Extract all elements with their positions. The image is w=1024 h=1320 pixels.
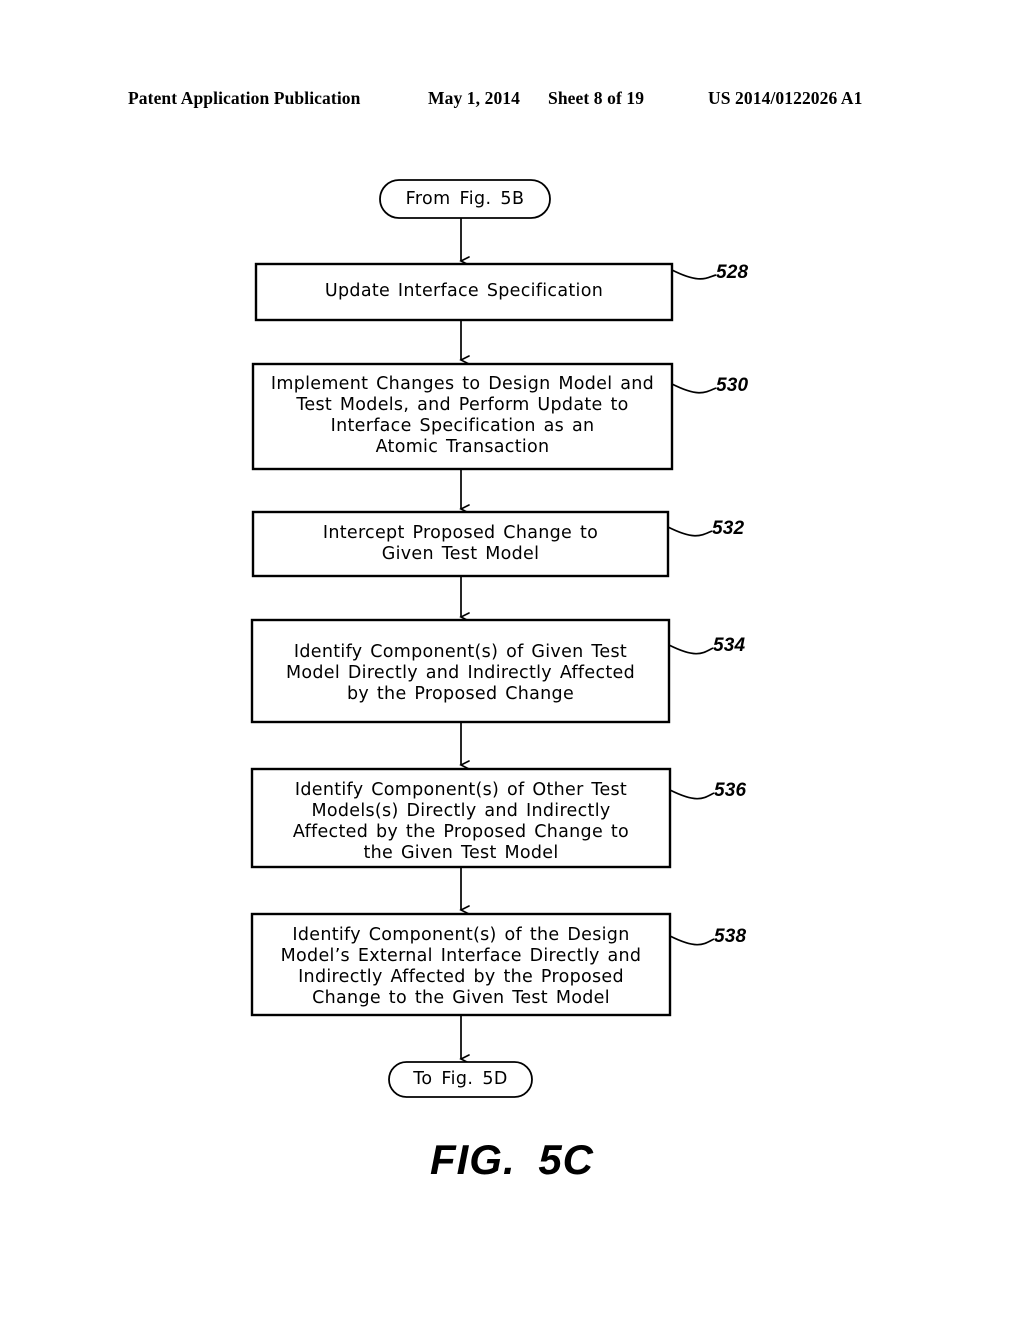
- terminal-to-fig-5d-hotspot[interactable]: [389, 1062, 532, 1097]
- leader-line-528: [671, 269, 717, 280]
- leader-line-530: [671, 383, 717, 394]
- figure-caption: FIG. 5C: [429, 1136, 595, 1183]
- leader-line-532: [667, 526, 713, 537]
- process-box-530-hotspot[interactable]: [253, 364, 672, 469]
- process-box-538-hotspot[interactable]: [252, 914, 670, 1015]
- process-box-534-hotspot[interactable]: [252, 620, 669, 722]
- leader-line-536: [669, 789, 715, 800]
- leader-line-534: [668, 644, 714, 655]
- terminal-from-fig-5b-hotspot[interactable]: [380, 180, 550, 218]
- process-box-532-hotspot[interactable]: [253, 512, 668, 576]
- leader-line-538: [669, 935, 715, 946]
- process-box-536-hotspot[interactable]: [252, 769, 670, 867]
- process-box-528-hotspot[interactable]: [256, 264, 672, 320]
